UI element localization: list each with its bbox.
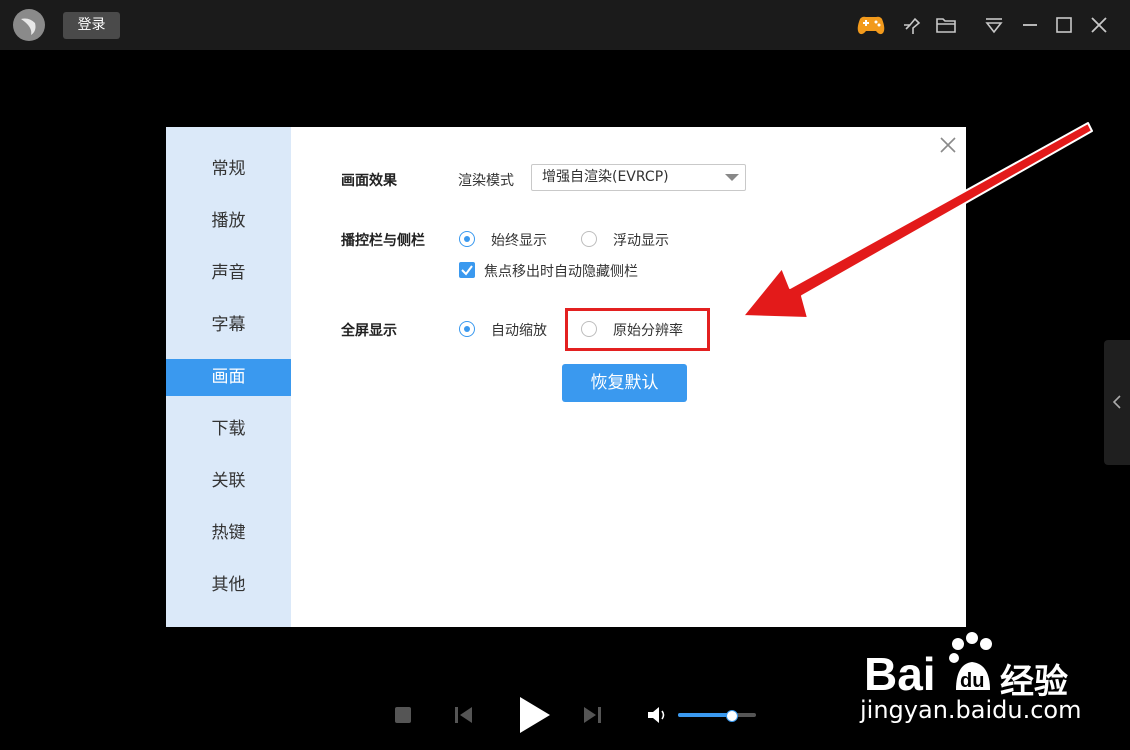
svg-text:Bai: Bai bbox=[864, 648, 936, 698]
volume-knob[interactable] bbox=[726, 710, 738, 722]
baidu-watermark: Bai du 经验 jingyan.baidu.com bbox=[860, 628, 1130, 724]
watermark-url: jingyan.baidu.com bbox=[860, 696, 1082, 724]
volume-fill bbox=[678, 713, 732, 717]
next-icon[interactable] bbox=[582, 704, 604, 726]
play-icon[interactable] bbox=[514, 694, 554, 736]
svg-text:du: du bbox=[960, 670, 984, 692]
volume-icon[interactable] bbox=[646, 704, 670, 726]
stop-icon[interactable] bbox=[392, 704, 414, 726]
side-panel-toggle[interactable] bbox=[1104, 340, 1130, 465]
baidu-paw-logo-icon: Bai du bbox=[864, 632, 992, 698]
previous-icon[interactable] bbox=[452, 704, 474, 726]
volume-slider[interactable] bbox=[678, 713, 756, 717]
